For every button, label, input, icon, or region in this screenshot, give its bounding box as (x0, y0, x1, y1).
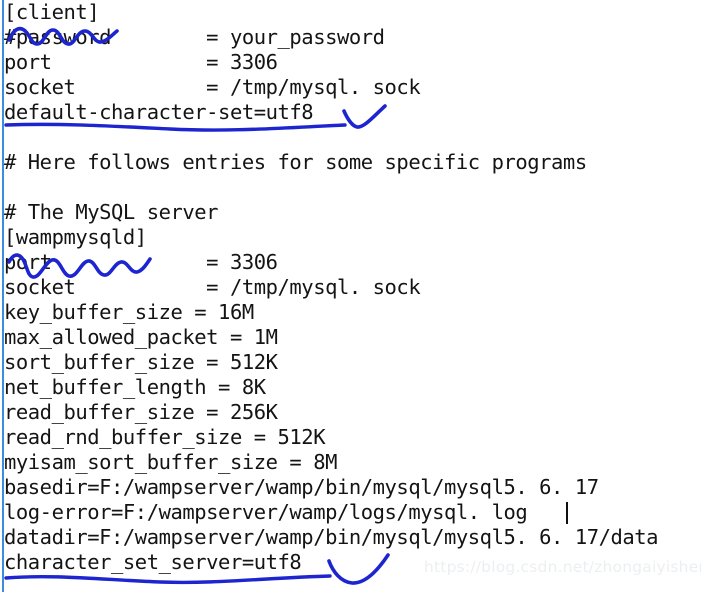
code-line: socket = /tmp/mysql. sock (4, 75, 421, 99)
code-line: #password = your_password (4, 25, 385, 49)
code-line: [wampmysqld] (4, 225, 147, 249)
code-line: default-character-set=utf8 (4, 100, 314, 124)
csdn-watermark: https://blog.csdn.net/zhongaiyisheng_ (424, 558, 701, 576)
code-line: port = 3306 (4, 250, 278, 274)
code-line: max_allowed_packet = 1M (4, 325, 278, 349)
code-line: datadir=F:/wampserver/wamp/bin/mysql/mys… (4, 525, 659, 549)
code-line: port = 3306 (4, 50, 278, 74)
code-line: log-error=F:/wampserver/wamp/logs/mysql.… (4, 500, 528, 524)
code-line: net_buffer_length = 8K (4, 375, 266, 399)
code-line: # Here follows entries for some specific… (4, 150, 587, 174)
screenshot-root: [client] #password = your_password port … (0, 0, 701, 592)
code-line: read_rnd_buffer_size = 512K (4, 425, 326, 449)
code-line: socket = /tmp/mysql. sock (4, 275, 421, 299)
code-line: # The MySQL server (4, 200, 219, 224)
config-text-area[interactable]: [client] #password = your_password port … (4, 0, 701, 575)
text-caret (566, 502, 568, 524)
code-line: read_buffer_size = 256K (4, 400, 278, 424)
underline-character-set-server-ink (4, 574, 332, 585)
code-line: myisam_sort_buffer_size = 8M (4, 450, 337, 474)
code-line: [client] (4, 0, 100, 24)
code-line: basedir=F:/wampserver/wamp/bin/mysql/mys… (4, 475, 599, 499)
code-line: key_buffer_size = 16M (4, 300, 254, 324)
code-line: sort_buffer_size = 512K (4, 350, 278, 374)
